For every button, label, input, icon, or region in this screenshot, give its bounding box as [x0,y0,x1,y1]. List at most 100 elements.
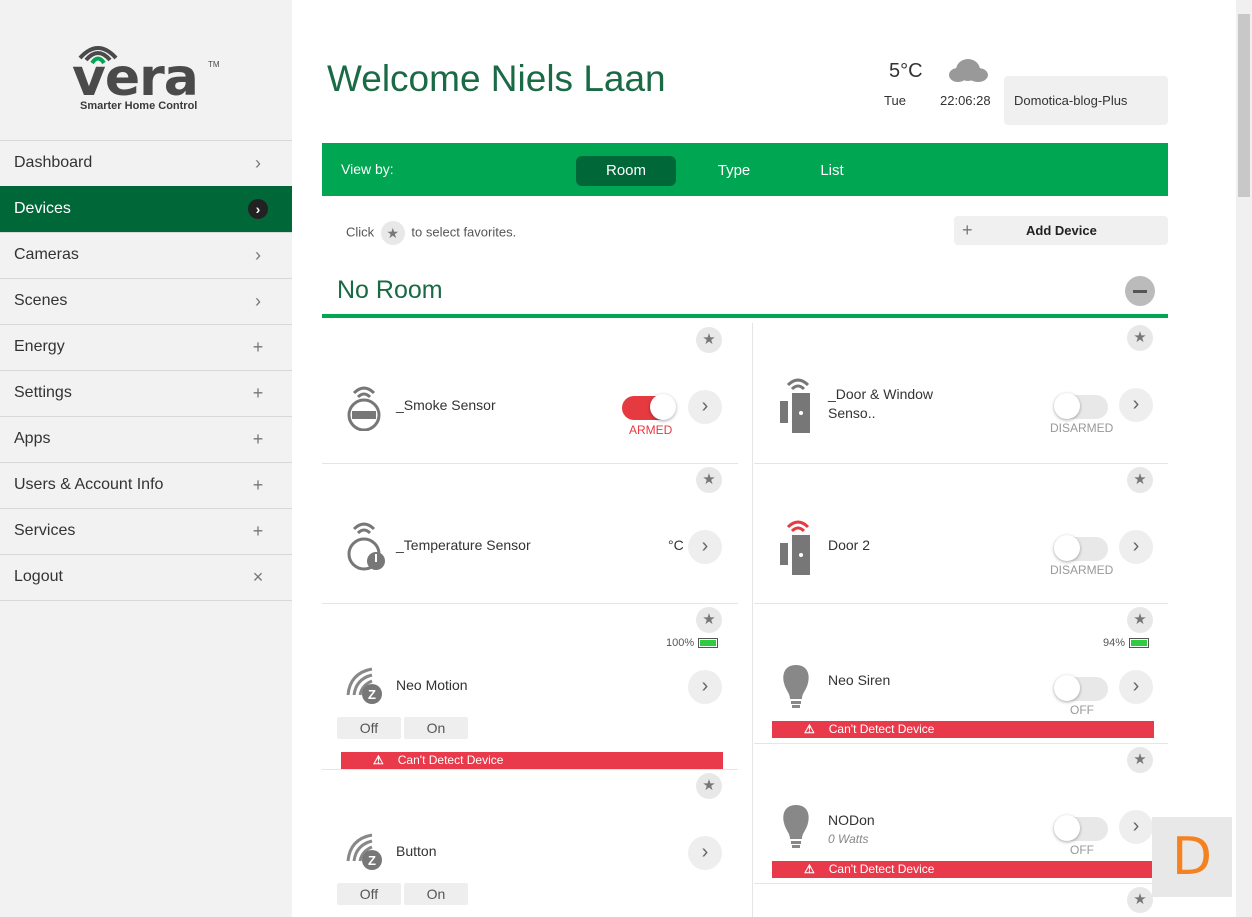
smoke-sensor-icon [347,386,381,431]
device-name: Neo Siren [828,672,891,688]
battery-level: 94% [1103,637,1126,649]
temperature-unit: °C [668,537,684,553]
favorite-star-icon[interactable]: ★ [1127,467,1153,493]
device-card-door-window: ★ _Door & Window Senso.. DISARMED › [754,323,1154,463]
alert-text: Can't Detect Device [828,862,935,876]
device-name: _Door & Window [828,386,934,402]
favorite-star-icon[interactable]: ★ [1127,325,1153,351]
overlay-badge[interactable]: D [1152,817,1232,897]
hint-text-before: Click [346,224,375,240]
sidebar: vera TM Smarter Home Control Dashboard › … [0,0,292,917]
sidebar-item-label: Users & Account Info [14,476,164,493]
hint-text-after: to select favorites. [411,224,517,240]
on-button[interactable]: On [404,883,468,905]
favorite-star-icon[interactable]: ★ [1127,747,1153,773]
device-name: NODon [828,812,875,828]
cloud-icon [949,59,988,82]
armed-state: ARMED [629,423,673,437]
logo-wordmark: vera [72,48,199,108]
controller-selector[interactable]: Domotica-blog-Plus [1004,76,1168,125]
chevron-right-icon: › [255,245,261,265]
sidebar-item-services[interactable]: Services + [0,508,292,554]
device-details-button[interactable]: › [1119,388,1153,422]
sidebar-item-label: Energy [14,338,65,355]
sidebar-item-settings[interactable]: Settings + [0,370,292,416]
sidebar-item-label: Services [14,522,76,539]
room-divider [322,314,1168,318]
favorite-star-icon[interactable]: ★ [696,607,722,633]
sidebar-item-label: Settings [14,384,72,401]
plus-icon: + [252,383,264,403]
battery-icon [1129,638,1150,649]
plus-icon: + [252,475,264,495]
device-card-next: ★ [754,883,1154,917]
collapse-room-button[interactable] [1125,276,1155,306]
sidebar-item-energy[interactable]: Energy + [0,324,292,370]
device-details-button[interactable]: › [688,530,722,564]
clock-time: 22:06:28 [940,93,991,108]
sidebar-nav: Dashboard › Devices › Cameras › Scenes › Ene… [0,140,292,601]
zwave-button-icon: Z [346,833,382,870]
armed-toggle[interactable] [1054,535,1108,561]
weather-day: Tue [884,93,906,108]
sidebar-item-label: Apps [14,430,51,447]
favorite-star-icon[interactable]: ★ [696,773,722,799]
toggle-knob [1054,675,1080,701]
zwave-motion-icon: Z [346,667,382,704]
power-toggle[interactable] [1054,815,1108,841]
sidebar-item-scenes[interactable]: Scenes › [0,278,292,324]
cant-detect-alert: ⚠ Can't Detect Device [341,752,723,769]
tab-room[interactable]: Room [576,156,676,186]
armed-state: DISARMED [1050,421,1114,435]
device-details-button[interactable]: › [688,836,722,870]
device-card-button: ★ Z Button › Off On [322,769,722,909]
favorite-star-icon[interactable]: ★ [696,327,722,353]
device-details-button[interactable]: › [688,670,722,704]
sidebar-item-logout[interactable]: Logout × [0,554,292,601]
power-toggle[interactable] [1054,675,1108,701]
room-title: No Room [337,276,443,304]
device-details-button[interactable]: › [1119,810,1153,844]
svg-text:Z: Z [368,853,376,868]
favorite-star-icon[interactable]: ★ [696,467,722,493]
sidebar-item-users[interactable]: Users & Account Info + [0,462,292,508]
off-button[interactable]: Off [337,717,401,739]
device-details-button[interactable]: › [1119,530,1153,564]
warning-icon: ⚠ [804,722,815,736]
sidebar-item-devices[interactable]: Devices › [0,186,292,232]
sidebar-item-label: Cameras [14,246,79,263]
page-scrollbar[interactable] [1236,0,1252,917]
plus-icon: + [252,521,264,541]
favorite-star-icon[interactable]: ★ [1127,607,1153,633]
favorite-star-icon[interactable]: ★ [1127,887,1153,913]
sidebar-item-apps[interactable]: Apps + [0,416,292,462]
device-card-neo-motion: ★ 100% Z Neo Motion › Off On ⚠ Can't Dete… [322,603,723,769]
sidebar-item-label: Scenes [14,292,68,309]
sidebar-item-cameras[interactable]: Cameras › [0,232,292,278]
device-details-button[interactable]: › [688,390,722,424]
power-state: OFF [1070,703,1094,717]
off-button[interactable]: Off [337,883,401,905]
armed-toggle[interactable] [622,394,676,420]
on-button[interactable]: On [404,717,468,739]
add-device-button[interactable]: + Add Device [954,216,1168,245]
device-card-door-2: ★ Door 2 DISARMED › [754,463,1154,603]
tab-list[interactable]: List [792,156,872,186]
scrollbar-thumb[interactable] [1238,14,1250,197]
vera-logo[interactable]: vera TM Smarter Home Control [0,0,292,140]
alert-text: Can't Detect Device [828,722,935,736]
close-icon: × [252,567,264,587]
toggle-knob [1054,815,1080,841]
add-device-label: Add Device [1026,223,1097,238]
light-bulb-icon [783,805,809,848]
device-card-smoke-sensor: ★ _Smoke Sensor ARMED › [322,323,722,463]
toggle-knob [650,394,676,420]
power-state: OFF [1070,843,1094,857]
sidebar-item-dashboard[interactable]: Dashboard › [0,140,292,186]
device-details-button[interactable]: › [1119,670,1153,704]
tab-type[interactable]: Type [694,156,774,186]
device-card-temperature-sensor: ★ _Temperature Sensor °C › [322,463,722,603]
armed-toggle[interactable] [1054,393,1108,419]
column-divider [752,323,753,917]
device-name-line2: Senso.. [828,405,876,421]
